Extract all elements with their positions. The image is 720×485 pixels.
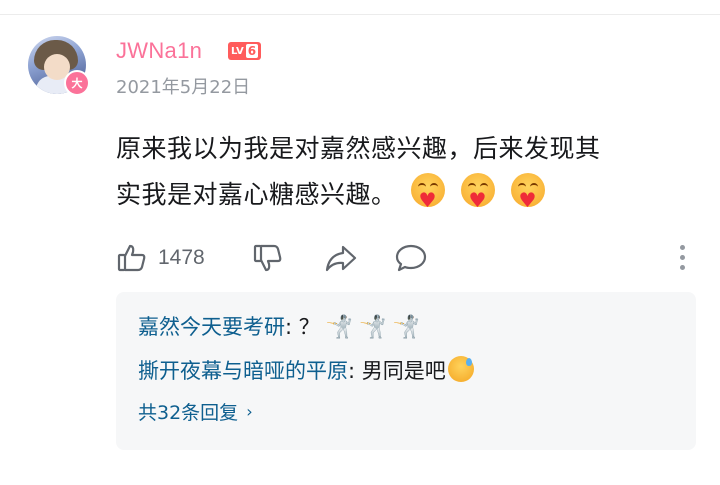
hugging-heart-emoji: ♥ [409, 173, 447, 211]
reply-text: ？ [292, 315, 320, 339]
level-prefix: LV [231, 45, 244, 57]
reply-item: 嘉然今天要考研: ？ 🤺 🤺 🤺 [138, 312, 420, 343]
comment-text: 原来我以为我是对嘉然感兴趣，后来发现其 实我是对嘉心糖感兴趣。 ♥ ♥ ♥ [116, 126, 696, 218]
top-divider [0, 14, 720, 15]
reply-item: 撕开夜幕与暗哑的平原: 男同是吧 [138, 356, 474, 386]
comment-icon [395, 244, 427, 272]
hugging-heart-emoji: ♥ [509, 173, 547, 211]
reply-username[interactable]: 撕开夜幕与暗哑的平原 [138, 359, 348, 383]
comment-text-line-2: 实我是对嘉心糖感兴趣。 [116, 180, 397, 209]
comment-text-line-2-wrap: 实我是对嘉心糖感兴趣。 ♥ ♥ ♥ [116, 172, 696, 218]
chevron-right-icon: › [246, 402, 253, 421]
view-more-replies-link[interactable]: 共32条回复 › [138, 398, 253, 425]
dislike-button[interactable] [252, 238, 284, 278]
vip-badge: 大 [64, 70, 90, 96]
level-badge: LV 6 [228, 42, 262, 60]
fencer-emoji: 🤺 [359, 315, 387, 340]
thumbs-down-icon [253, 244, 282, 272]
like-count: 1478 [158, 246, 205, 269]
reply-text: 男同是吧 [355, 359, 446, 383]
comment-text-line-1: 原来我以为我是对嘉然感兴趣，后来发现其 [116, 134, 601, 163]
username[interactable]: JWNa1n [116, 38, 202, 64]
share-icon [325, 245, 357, 272]
share-button[interactable] [324, 238, 358, 278]
reply-button[interactable] [394, 238, 428, 278]
action-bar: 1478 [116, 238, 696, 278]
replies-preview[interactable]: 嘉然今天要考研: ？ 🤺 🤺 🤺 撕开夜幕与暗哑的平原: 男同是吧 共32条回复 › [116, 292, 696, 450]
more-options-icon[interactable] [678, 242, 686, 274]
thumbs-up-icon [117, 244, 146, 272]
avatar[interactable]: 大 [28, 36, 90, 98]
level-number: 6 [245, 44, 259, 58]
reply-username[interactable]: 嘉然今天要考研 [138, 315, 285, 339]
fencer-emoji: 🤺 [392, 315, 420, 340]
hugging-heart-emoji: ♥ [459, 173, 497, 211]
like-button[interactable]: 1478 [116, 238, 205, 278]
sweat-smile-emoji [447, 356, 474, 382]
more-replies-label: 共32条回复 [138, 402, 239, 424]
fencer-emoji: 🤺 [325, 315, 354, 340]
comment-date: 2021年5月22日 [116, 77, 251, 98]
